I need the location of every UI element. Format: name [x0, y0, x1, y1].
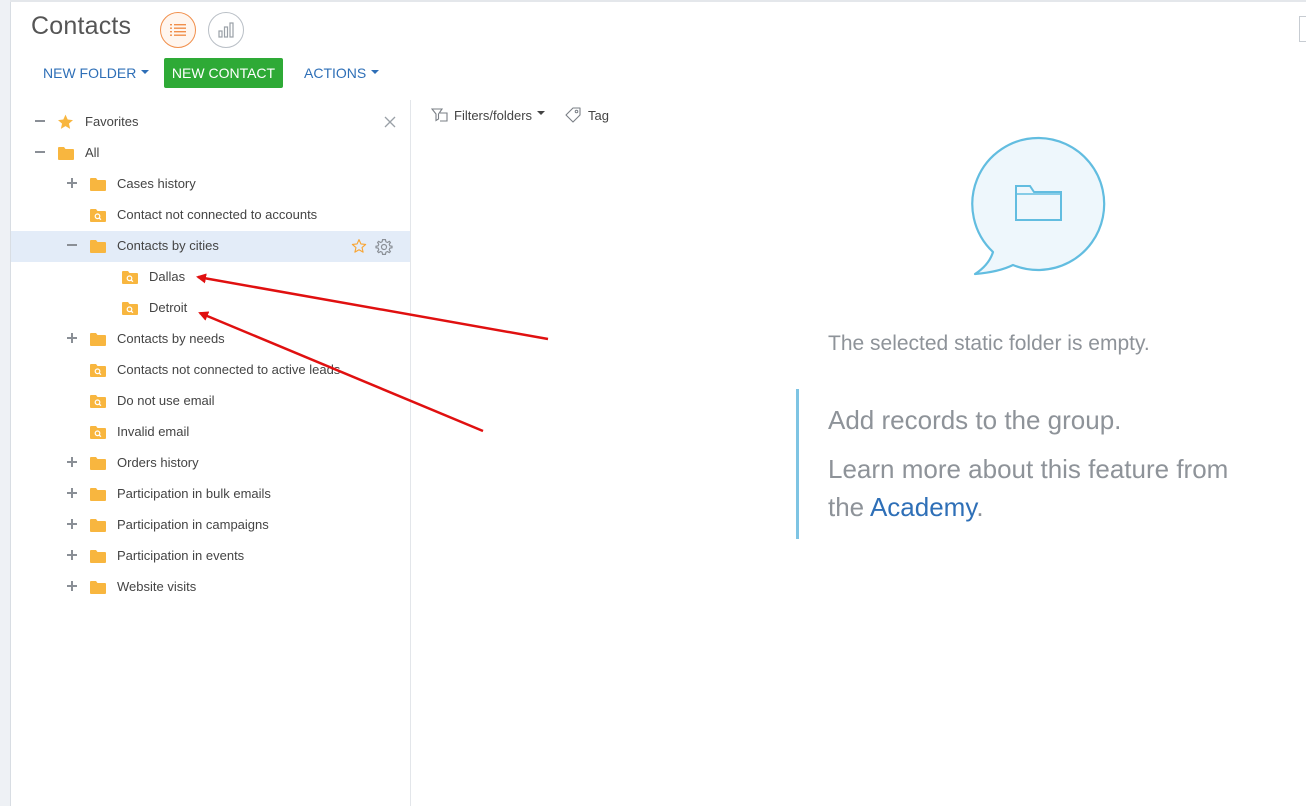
expand-toggle-icon[interactable] [66, 487, 78, 499]
search-folder-icon [122, 271, 138, 284]
folder-icon [90, 519, 106, 532]
tree-row-label: Contacts by needs [117, 331, 225, 346]
folder-icon [90, 457, 106, 470]
caret-down-icon [371, 70, 380, 75]
collapse-toggle-icon[interactable] [34, 115, 46, 127]
list-icon [170, 24, 186, 36]
top-divider [10, 0, 1306, 2]
tree-row-participation-in-bulk-emails[interactable]: Participation in bulk emails [11, 479, 410, 510]
tree-row-favorites[interactable]: Favorites [11, 107, 410, 138]
hint-academy-suffix: . [976, 492, 984, 522]
folder-icon [90, 581, 106, 594]
tree-row-contacts-not-connected-to-active-leads[interactable]: Contacts not connected to active leads [11, 355, 410, 386]
caret-down-icon [537, 111, 546, 115]
window-left-edge [0, 0, 11, 806]
tree-row-label: Contacts by cities [117, 238, 219, 253]
tree-row-website-visits[interactable]: Website visits [11, 572, 410, 603]
academy-link[interactable]: Academy [870, 492, 976, 522]
tree-row-dallas[interactable]: Dallas [11, 262, 410, 293]
tag-label: Tag [588, 107, 609, 123]
collapse-toggle-icon[interactable] [66, 239, 78, 251]
new-contact-button[interactable]: NEW CONTACT [164, 58, 283, 88]
expand-toggle-icon[interactable] [66, 332, 78, 344]
folder-icon [90, 240, 106, 253]
page-title: Contacts [31, 12, 132, 40]
tree-row-cases-history[interactable]: Cases history [11, 169, 410, 200]
tree-row-orders-history[interactable]: Orders history [11, 448, 410, 479]
hint-accent-bar [796, 389, 799, 539]
tree-row-participation-in-campaigns[interactable]: Participation in campaigns [11, 510, 410, 541]
filters-label: Filters/folders [454, 107, 533, 123]
tree-row-label: Dallas [149, 269, 186, 284]
bar-chart-icon [218, 22, 234, 38]
tag-button[interactable]: Tag [564, 105, 609, 125]
folder-icon [58, 147, 74, 160]
gear-icon[interactable] [375, 238, 393, 256]
filter-folder-icon [431, 108, 448, 122]
tree-row-label: Detroit [149, 300, 188, 315]
hint-academy-line: the Academy. [828, 492, 984, 523]
tree-row-label: Cases history [117, 176, 196, 191]
tree-row-label: All [85, 145, 100, 160]
tree-row-label: Do not use email [117, 393, 215, 408]
tree-row-label: Contact not connected to accounts [117, 207, 318, 222]
tree-row-label: Website visits [117, 579, 197, 594]
tree-row-all[interactable]: All [11, 138, 410, 169]
tree-row-label: Participation in campaigns [117, 517, 269, 532]
empty-folder-message: The selected static folder is empty. [828, 332, 1150, 355]
tree-row-participation-in-events[interactable]: Participation in events [11, 541, 410, 572]
new-folder-button[interactable]: NEW FOLDER [43, 58, 150, 88]
expand-toggle-icon[interactable] [66, 177, 78, 189]
folder-icon [90, 488, 106, 501]
search-folder-icon [90, 395, 106, 408]
actions-label: ACTIONS [304, 65, 367, 81]
hint-add-records: Add records to the group. [828, 405, 1122, 435]
new-folder-label: NEW FOLDER [43, 65, 137, 81]
tree-row-label: Invalid email [117, 424, 190, 439]
expand-toggle-icon[interactable] [66, 518, 78, 530]
tag-icon [565, 107, 581, 123]
tree-row-label: Contacts not connected to active leads [117, 362, 341, 377]
folder-icon [90, 178, 106, 191]
search-folder-icon [90, 364, 106, 377]
search-folder-icon [122, 302, 138, 315]
star-icon [58, 114, 73, 129]
list-view-button[interactable] [160, 12, 196, 48]
expand-toggle-icon[interactable] [66, 456, 78, 468]
folder-icon [90, 550, 106, 563]
empty-folder-bubble-icon [971, 136, 1106, 276]
tree-row-label: Orders history [117, 455, 199, 470]
caret-down-icon [141, 70, 150, 75]
actions-button[interactable]: ACTIONS [304, 58, 380, 88]
right-panel-edge [1299, 16, 1306, 42]
tree-row-label: Participation in events [117, 548, 245, 563]
folder-icon [90, 333, 106, 346]
tree-row-label: Favorites [85, 114, 139, 129]
expand-toggle-icon[interactable] [66, 580, 78, 592]
search-folder-icon [90, 209, 106, 222]
tree-row-contacts-by-needs[interactable]: Contacts by needs [11, 324, 410, 355]
expand-toggle-icon[interactable] [66, 549, 78, 561]
tree-row-label: Participation in bulk emails [117, 486, 271, 501]
hint-learn-more: Learn more about this feature from [828, 454, 1229, 484]
search-folder-icon [90, 426, 106, 439]
tree-row-contacts-by-cities[interactable]: Contacts by cities [11, 231, 410, 262]
tree-row-invalid-email[interactable]: Invalid email [11, 417, 410, 448]
filters-folders-button[interactable]: Filters/folders [431, 105, 546, 125]
collapse-toggle-icon[interactable] [34, 146, 46, 158]
tree-row-detroit[interactable]: Detroit [11, 293, 410, 324]
add-to-favorites-star-icon[interactable] [351, 238, 367, 254]
tree-row-do-not-use-email[interactable]: Do not use email [11, 386, 410, 417]
close-icon[interactable] [382, 114, 398, 130]
chart-view-button[interactable] [208, 12, 244, 48]
tree-row-contact-not-connected-to-accounts[interactable]: Contact not connected to accounts [11, 200, 410, 231]
hint-academy-prefix: the [828, 492, 870, 522]
